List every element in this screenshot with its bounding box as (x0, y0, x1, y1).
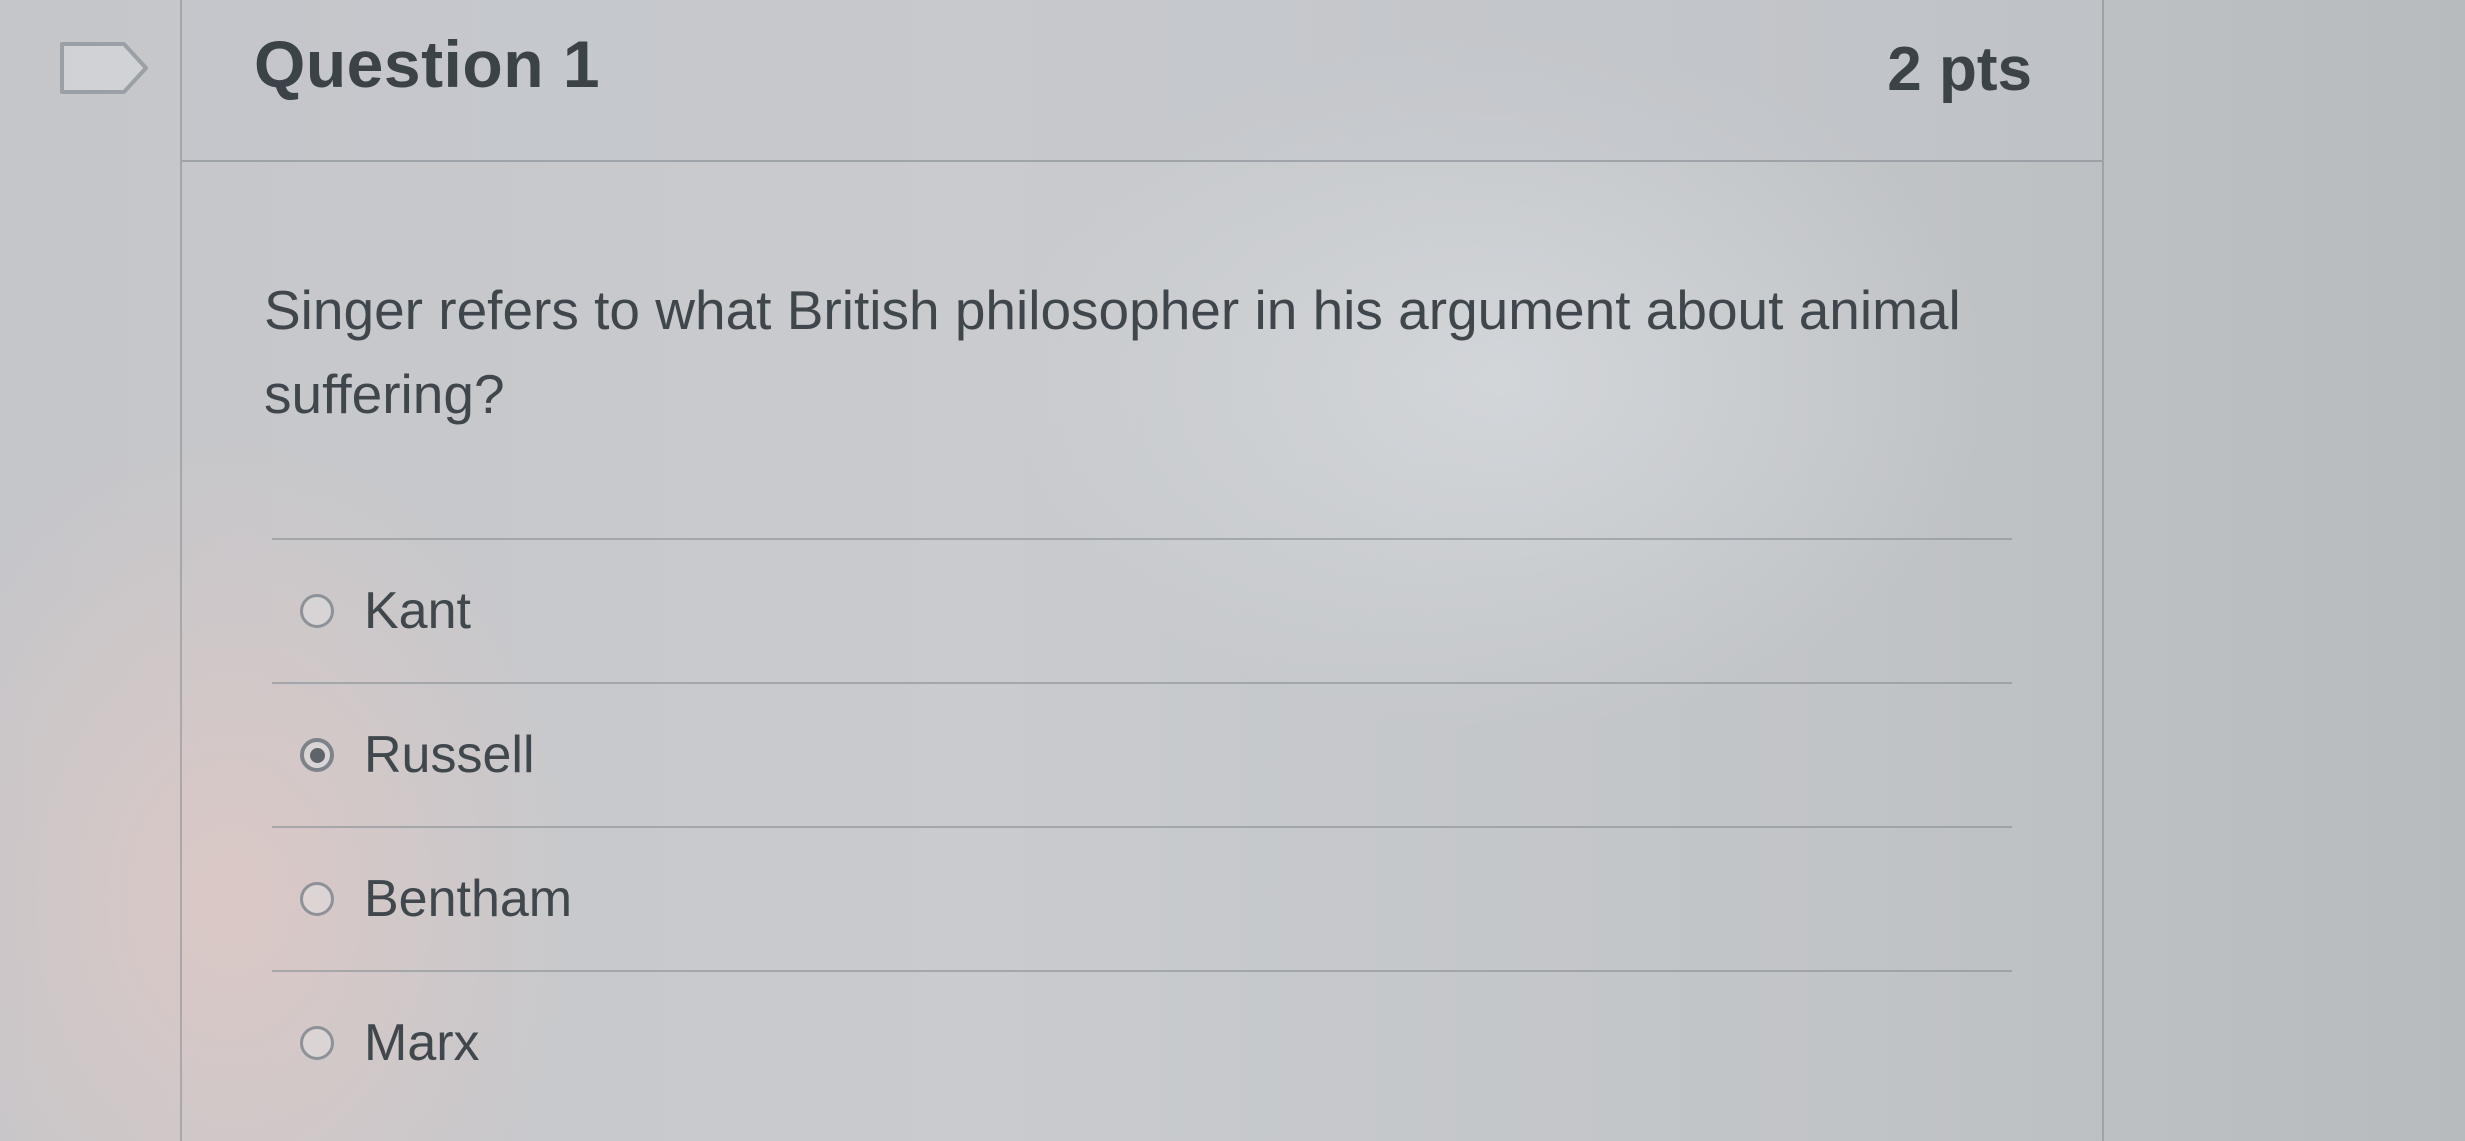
answer-label: Bentham (364, 870, 573, 928)
answer-label: Marx (364, 1014, 480, 1072)
question-points: 2 pts (1887, 35, 2032, 104)
answer-option-russell[interactable]: Russell (272, 684, 2012, 826)
question-card: Question 1 2 pts Singer refers to what B… (180, 0, 2104, 1141)
answer-option-kant[interactable]: Kant (272, 540, 2012, 682)
flag-question-icon[interactable] (58, 40, 150, 96)
answer-option-marx[interactable]: Marx (272, 972, 2012, 1114)
answer-option-bentham[interactable]: Bentham (272, 828, 2012, 970)
radio-button-selected[interactable] (300, 738, 334, 772)
answer-label: Kant (364, 582, 471, 640)
radio-button[interactable] (300, 594, 334, 628)
answer-label: Russell (364, 726, 535, 784)
question-header: Question 1 2 pts (182, 0, 2102, 162)
radio-button[interactable] (300, 882, 334, 916)
radio-button[interactable] (300, 1026, 334, 1060)
question-text: Singer refers to what British philosophe… (264, 279, 1961, 425)
question-title: Question 1 (254, 27, 601, 101)
quiz-page: Question 1 2 pts Singer refers to what B… (0, 0, 2465, 1141)
answer-list: Kant Russell Bentham Marx (272, 538, 2012, 1114)
